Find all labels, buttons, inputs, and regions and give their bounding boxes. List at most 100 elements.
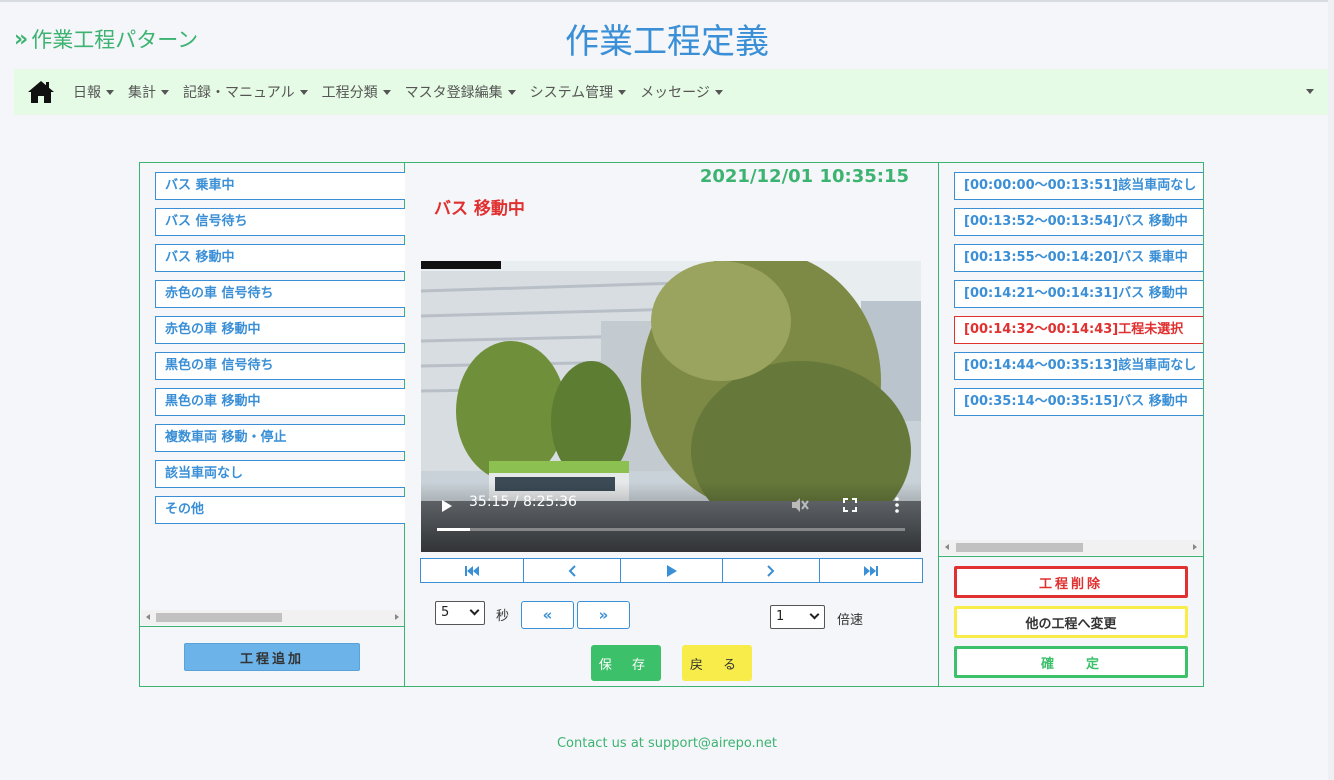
video-progress-bar[interactable] <box>437 528 905 531</box>
playback-speed-select[interactable]: 1 <box>770 605 825 629</box>
process-item[interactable]: 黒色の車 信号待ち <box>155 352 405 380</box>
process-item[interactable]: 黒色の車 移動中 <box>155 388 405 416</box>
nav-messages[interactable]: メッセージ <box>633 69 730 115</box>
nav-label: 記録・マニュアル <box>183 85 295 101</box>
segment-list-scrollbar[interactable] <box>940 540 1202 555</box>
process-item[interactable]: バス 移動中 <box>155 244 405 272</box>
chevron-left-icon <box>568 564 576 577</box>
more-options-icon[interactable] <box>894 497 900 513</box>
chevron-down-icon <box>809 609 820 620</box>
video-time-display: 35:15 / 8:25:36 <box>469 494 577 510</box>
video-progress-fill <box>437 528 470 531</box>
nav-system-admin[interactable]: システム管理 <box>523 69 634 115</box>
user-menu-caret-icon[interactable] <box>1306 89 1314 94</box>
process-item[interactable]: その他 <box>155 496 405 524</box>
nav-aggregate[interactable]: 集計 <box>121 69 176 115</box>
seek-controls <box>420 558 923 583</box>
video-column: 2021/12/01 10:35:15 バス 移動中 35:15 / 8:25:… <box>405 163 939 686</box>
nav-records-manual[interactable]: 記録・マニュアル <box>176 69 315 115</box>
segment-item[interactable]: [00:13:52～00:13:54]バス 移動中 <box>954 208 1203 236</box>
caret-down-icon <box>161 89 169 95</box>
segment-item[interactable]: [00:14:44～00:35:13]該当車両なし <box>954 352 1203 380</box>
scrollbar-thumb[interactable] <box>156 613 282 622</box>
scroll-left-icon[interactable] <box>146 614 150 620</box>
segment-item[interactable]: [00:35:14～00:35:15]バス 移動中 <box>954 388 1203 416</box>
chevron-right-icon <box>767 564 775 577</box>
page-title: 作業工程定義 <box>565 22 769 62</box>
save-button[interactable]: 保 存 <box>591 645 661 681</box>
process-list: バス 乗車中 バス 信号待ち バス 移動中 赤色の車 信号待ち 赤色の車 移動中… <box>155 172 405 532</box>
caret-down-icon <box>507 89 516 95</box>
delete-process-button[interactable]: 工程削除 <box>954 566 1188 598</box>
caret-down-icon <box>299 89 308 95</box>
change-process-button[interactable]: 他の工程へ変更 <box>954 606 1188 638</box>
process-item[interactable]: 該当車両なし <box>155 460 405 488</box>
caret-down-icon <box>714 89 723 95</box>
process-definition-panel: バス 乗車中 バス 信号待ち バス 移動中 赤色の車 信号待ち 赤色の車 移動中… <box>139 162 1204 687</box>
segment-list: [00:00:00～00:13:51]該当車両なし [00:13:52～00:1… <box>954 172 1203 424</box>
home-icon <box>28 81 54 103</box>
segment-item-unselected[interactable]: [00:14:32～00:14:43]工程未選択 <box>954 316 1203 344</box>
play-icon <box>666 564 677 577</box>
fullscreen-icon[interactable] <box>843 498 857 512</box>
nav-label: 工程分類 <box>321 85 378 101</box>
step-back-button[interactable] <box>524 559 621 582</box>
playback-speed-value: 1 <box>776 609 785 624</box>
process-item[interactable]: バス 信号待ち <box>155 208 405 236</box>
caret-down-icon <box>618 89 627 95</box>
segment-item[interactable]: [00:13:55～00:14:20]バス 乗車中 <box>954 244 1203 272</box>
nav-master-edit[interactable]: マスタ登録編集 <box>398 69 523 115</box>
nav-process-category[interactable]: 工程分類 <box>315 69 398 115</box>
play-button[interactable] <box>621 559 723 582</box>
home-button[interactable] <box>16 69 66 115</box>
skip-seconds-select[interactable]: 5 <box>435 601 485 625</box>
skip-end-icon <box>864 565 878 576</box>
skip-to-end-button[interactable] <box>820 559 922 582</box>
step-forward-button[interactable] <box>723 559 820 582</box>
segment-item[interactable]: [00:00:00～00:13:51]該当車両なし <box>954 172 1203 200</box>
nav-label: マスタ登録編集 <box>404 85 503 101</box>
caret-down-icon <box>382 89 391 95</box>
confirm-button[interactable]: 確 定 <box>954 646 1188 678</box>
seconds-unit-label: 秒 <box>496 609 510 624</box>
footer-contact[interactable]: Contact us at support@airepo.net <box>0 736 1334 751</box>
caret-down-icon <box>106 89 114 95</box>
nav-daily-report[interactable]: 日報 <box>66 69 121 115</box>
scroll-right-icon[interactable] <box>395 614 399 620</box>
process-item[interactable]: 赤色の車 移動中 <box>155 316 405 344</box>
skip-to-start-button[interactable] <box>421 559 524 582</box>
nav-label: 集計 <box>128 85 156 101</box>
page-scrollbar-track <box>1328 0 1334 780</box>
video-player[interactable]: 35:15 / 8:25:36 <box>421 261 921 552</box>
skip-start-icon <box>465 565 479 576</box>
main-navbar: 日報 集計 記録・マニュアル 工程分類 マスタ登録編集 システム管理 メッセージ <box>14 69 1328 115</box>
rewind-button[interactable]: « <box>521 601 574 629</box>
scroll-left-icon[interactable] <box>945 544 949 550</box>
scroll-right-icon[interactable] <box>1193 544 1197 550</box>
speed-unit-label: 倍速 <box>837 613 864 628</box>
nav-label: 日報 <box>73 85 101 101</box>
skip-seconds-value: 5 <box>441 605 450 620</box>
back-button[interactable]: 戻 る <box>682 645 752 681</box>
process-item[interactable]: 赤色の車 信号待ち <box>155 280 405 308</box>
nav-label: システム管理 <box>529 85 614 101</box>
double-chevron-left-icon: « <box>542 606 553 624</box>
process-item[interactable]: バス 乗車中 <box>155 172 405 200</box>
process-item[interactable]: 複数車両 移動・停止 <box>155 424 405 452</box>
chevron-down-icon <box>469 605 480 616</box>
scrollbar-thumb[interactable] <box>956 543 1083 552</box>
process-pattern-column: バス 乗車中 バス 信号待ち バス 移動中 赤色の車 信号待ち 赤色の車 移動中… <box>140 163 405 686</box>
divider <box>140 626 405 627</box>
play-icon[interactable] <box>441 499 453 513</box>
double-chevron-right-icon: » <box>598 606 609 624</box>
segment-item[interactable]: [00:14:21～00:14:31]バス 移動中 <box>954 280 1203 308</box>
nav-label: メッセージ <box>640 85 710 101</box>
current-process-label: バス 移動中 <box>434 199 525 219</box>
fast-forward-button[interactable]: » <box>577 601 630 629</box>
mute-icon[interactable] <box>791 497 809 513</box>
add-process-button[interactable]: 工程追加 <box>184 643 360 671</box>
top-border <box>0 0 1334 2</box>
process-list-scrollbar[interactable] <box>141 610 404 625</box>
video-controls <box>421 482 921 552</box>
video-timestamp: 2021/12/01 10:35:15 <box>699 166 909 187</box>
